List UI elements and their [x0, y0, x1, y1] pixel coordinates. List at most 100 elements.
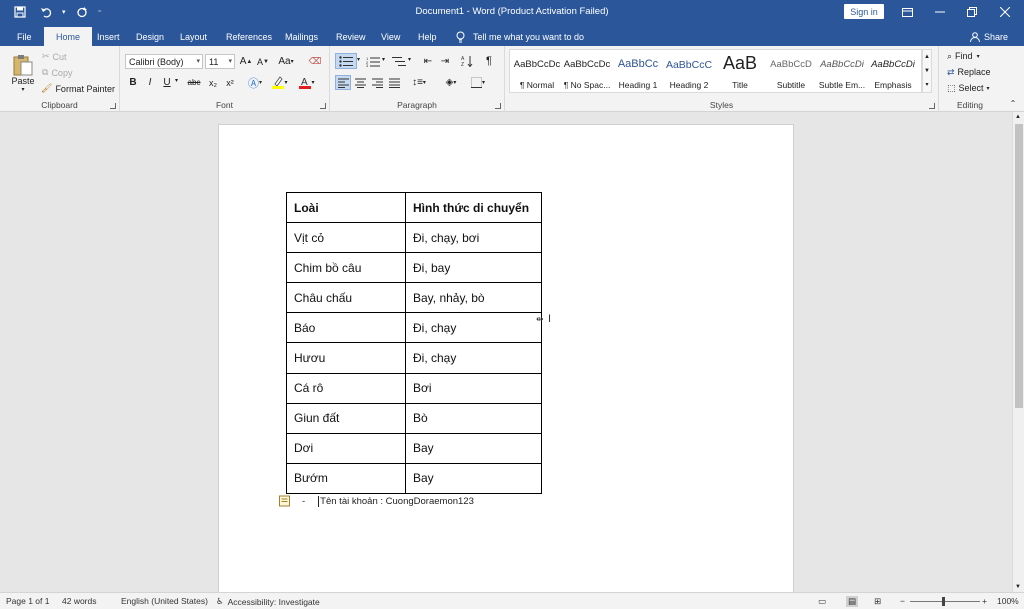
shading-button[interactable]: ◈ ▾	[440, 75, 462, 90]
species-table[interactable]: Loài Hình thức di chuyển Vịt cỏ Đi, chạy, b…	[286, 191, 542, 494]
tab-review[interactable]: Review	[336, 27, 366, 46]
table-cell-movement[interactable]: Bay	[405, 462, 542, 494]
chevron-down-icon[interactable]: ▼	[923, 64, 931, 78]
language-indicator[interactable]: English (United States)	[121, 596, 208, 606]
table-cell-movement[interactable]: Bay, nhảy, bò	[405, 282, 542, 314]
tab-mailings[interactable]: Mailings	[285, 27, 318, 46]
bullets-button[interactable]	[335, 53, 357, 69]
underline-dropdown-icon[interactable]: ▾	[175, 77, 178, 84]
tab-design[interactable]: Design	[136, 27, 164, 46]
scroll-up-icon[interactable]: ▲	[1015, 114, 1021, 120]
zoom-level[interactable]: 100%	[997, 596, 1019, 606]
shrink-font-button[interactable]: A ▼	[256, 54, 270, 69]
sort-button[interactable]: AZ	[459, 53, 475, 69]
font-launcher-icon[interactable]	[320, 103, 326, 109]
subscript-button[interactable]: x₂	[205, 75, 221, 90]
sign-in-button[interactable]: Sign in	[844, 4, 884, 19]
table-cell-movement[interactable]: Bò	[405, 402, 542, 434]
styles-launcher-icon[interactable]	[929, 103, 935, 109]
style-heading-2[interactable]: AaBbCcC Heading 2	[664, 50, 714, 92]
font-color-button[interactable]: A ▾	[296, 75, 318, 90]
increase-indent-button[interactable]: ⇥	[437, 53, 453, 69]
ribbon-display-options-button[interactable]	[891, 0, 923, 24]
find-button[interactable]: ⌕ Find ▾	[947, 49, 980, 63]
style-no-spacing[interactable]: AaBbCcDc ¶ No Spac...	[562, 50, 612, 92]
chevron-up-icon[interactable]: ▲	[923, 50, 931, 64]
cut-button[interactable]: ✂ Cut	[42, 50, 67, 63]
web-layout-button[interactable]: ⊞	[874, 596, 881, 607]
text-effects-button[interactable]: Ⓐ ▾	[244, 75, 266, 90]
table-cell-species[interactable]: Bướm	[286, 462, 406, 494]
decrease-indent-button[interactable]: ⇤	[420, 53, 436, 69]
tell-me-box[interactable]: Tell me what you want to do	[456, 27, 584, 46]
tab-insert[interactable]: Insert	[97, 27, 120, 46]
style-subtitle[interactable]: AaBbCcD Subtitle	[766, 50, 816, 92]
bullet-line[interactable]: - Tên tài khoản : CuongDoraemon123	[279, 495, 474, 507]
zoom-slider-thumb[interactable]	[942, 597, 945, 606]
style-title[interactable]: AaB Title	[715, 50, 765, 92]
read-mode-button[interactable]: ▭	[818, 596, 826, 607]
table-cell-species[interactable]: Châu chấu	[286, 282, 406, 314]
clear-formatting-button[interactable]: ⌫	[307, 54, 323, 69]
replace-button[interactable]: ⇄ Replace	[947, 65, 991, 79]
grow-font-button[interactable]: A ▲	[239, 54, 253, 69]
italic-button[interactable]: I	[143, 75, 157, 90]
table-cell-species[interactable]: Giun đất	[286, 402, 406, 434]
tab-file[interactable]: File	[17, 27, 32, 46]
paste-button[interactable]: Paste ▾	[8, 50, 38, 96]
table-cell-movement[interactable]: Bơi	[405, 372, 542, 404]
superscript-button[interactable]: x²	[222, 75, 238, 90]
table-cell-species[interactable]: Hươu	[286, 342, 406, 374]
tab-layout[interactable]: Layout	[180, 27, 207, 46]
strikethrough-button[interactable]: abc	[184, 75, 204, 90]
line-spacing-button[interactable]: ↕≡ ▾	[408, 75, 430, 90]
zoom-out-button[interactable]: −	[900, 596, 905, 606]
undo-button[interactable]	[36, 3, 56, 21]
customize-qat-icon[interactable]: ⁼	[98, 8, 102, 17]
paragraph-launcher-icon[interactable]	[495, 103, 501, 109]
undo-dropdown-icon[interactable]: ▾	[62, 8, 66, 16]
document-page[interactable]: Loài Hình thức di chuyển Vịt cỏ Đi, chạy, b…	[218, 124, 794, 592]
justify-button[interactable]	[386, 75, 402, 90]
zoom-in-button[interactable]: +	[982, 596, 987, 606]
table-cell-movement[interactable]: Đi, chạy	[405, 312, 542, 344]
style-normal[interactable]: AaBbCcDc ¶ Normal	[512, 50, 562, 92]
table-cell-movement[interactable]: Đi, bay	[405, 252, 542, 284]
align-center-button[interactable]	[352, 75, 368, 90]
change-case-button[interactable]: Aa ▾	[275, 54, 297, 69]
multilevel-list-button[interactable]	[390, 53, 408, 69]
tab-help[interactable]: Help	[418, 27, 437, 46]
table-cell-species[interactable]: Cá rô	[286, 372, 406, 404]
style-emphasis[interactable]: AaBbCcDi Emphasis	[868, 50, 918, 92]
vertical-scrollbar[interactable]: ▲ ▼	[1012, 112, 1024, 592]
show-formatting-button[interactable]: ¶	[481, 53, 497, 69]
minimize-button[interactable]	[924, 0, 956, 24]
table-cell-movement[interactable]: Bay	[405, 432, 542, 464]
more-styles-icon[interactable]: ▾	[923, 78, 931, 92]
table-header-cell[interactable]: Hình thức di chuyển	[405, 191, 542, 224]
table-cell-movement[interactable]: Đi, chạy	[405, 342, 542, 374]
paste-options-icon[interactable]	[279, 495, 292, 507]
borders-button[interactable]: ▾	[467, 75, 489, 90]
select-button[interactable]: ⬚ Select ▾	[947, 81, 990, 95]
copy-button[interactable]: ⧉ Copy	[42, 66, 72, 79]
numbering-dropdown-icon[interactable]: ▾	[382, 56, 385, 63]
table-header-cell[interactable]: Loài	[286, 191, 406, 224]
tab-view[interactable]: View	[381, 27, 400, 46]
multilevel-dropdown-icon[interactable]: ▾	[408, 56, 411, 63]
table-cell-species[interactable]: Báo	[286, 312, 406, 344]
table-cell-species[interactable]: Chim bồ câu	[286, 252, 406, 284]
scrollbar-thumb[interactable]	[1015, 124, 1023, 408]
accessibility-checker[interactable]: ♿ Accessibility: Investigate	[216, 596, 320, 607]
numbering-button[interactable]: 123	[364, 53, 382, 69]
clipboard-launcher-icon[interactable]	[110, 103, 116, 109]
font-size-combo[interactable]: 11 ▾	[205, 54, 235, 69]
scroll-down-icon[interactable]: ▼	[1015, 584, 1021, 590]
tab-references[interactable]: References	[226, 27, 272, 46]
bold-button[interactable]: B	[126, 75, 140, 90]
styles-scroll[interactable]: ▲ ▼ ▾	[922, 49, 932, 93]
share-button[interactable]: Share	[970, 27, 1008, 46]
font-name-combo[interactable]: Calibri (Body) ▾	[125, 54, 203, 69]
align-left-button[interactable]	[335, 75, 351, 90]
page-count[interactable]: Page 1 of 1	[6, 596, 49, 606]
